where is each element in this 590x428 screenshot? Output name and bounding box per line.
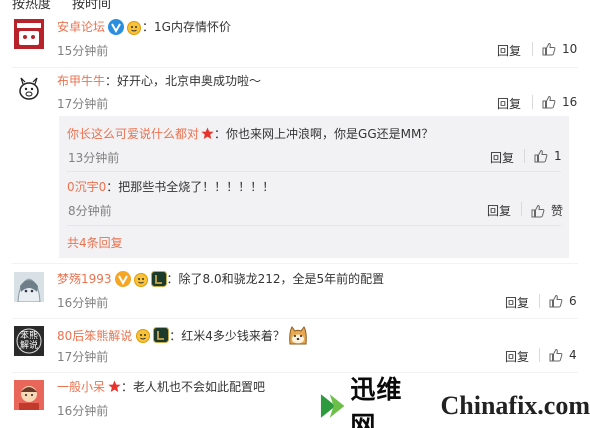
sub-reply-text-row: 你长这么可爱说什么都对 ：你也来网上冲浪啊，你是GG还是MM？ xyxy=(67,125,433,142)
like-count: 6 xyxy=(569,294,577,308)
reply-button[interactable]: 回复 xyxy=(497,42,521,59)
comment-text: ：红米4多少钱来着？ xyxy=(169,328,285,343)
comment-text-row: 一般小呆 ：老人机也不会如此配置吧 xyxy=(57,378,265,395)
member-crown-icon xyxy=(127,20,142,35)
sort-bar: 按热度 按时间 xyxy=(0,0,590,14)
avatar[interactable] xyxy=(14,272,44,302)
chinafix-logo-icon xyxy=(320,394,345,418)
comment-text-row: 布甲牛牛 ：好开心，北京申奥成功啦～ xyxy=(57,72,261,89)
avatar[interactable] xyxy=(14,380,44,410)
comment-time: 16分钟前 xyxy=(57,404,109,418)
comment-divider xyxy=(12,372,578,373)
avatar[interactable] xyxy=(14,74,44,104)
reply-button[interactable]: 回复 xyxy=(497,95,521,112)
reply-button[interactable]: 回复 xyxy=(505,348,529,365)
watermark: 迅维网 Chinafix.com xyxy=(313,375,590,428)
thumbs-up-icon xyxy=(531,204,545,217)
divider xyxy=(521,202,522,216)
sub-reply-username[interactable]: 你长这么可爱说什么都对 xyxy=(67,125,199,142)
divider xyxy=(532,95,533,109)
more-replies-link[interactable]: 共4条回复 xyxy=(67,234,123,251)
thumbs-up-icon xyxy=(542,42,556,56)
member-crown-icon xyxy=(133,272,148,287)
thumbs-up-icon xyxy=(534,149,548,163)
avatar[interactable] xyxy=(14,19,44,49)
watermark-cn-text: 迅维网 xyxy=(350,375,403,428)
comment-text: ：好开心，北京申奥成功啦～ xyxy=(105,74,262,88)
reply-button[interactable]: 回复 xyxy=(487,202,511,219)
comment-username[interactable]: 梦殇1993 xyxy=(57,270,112,287)
divider xyxy=(539,294,540,308)
game-badge-icon xyxy=(150,270,167,287)
verified-badge-icon xyxy=(114,270,131,287)
like-button[interactable]: 1 xyxy=(534,149,562,163)
sub-reply-text: ：把那些书全烧了！！！！！！ xyxy=(106,180,275,194)
comment-text: ：1G内存情怀价 xyxy=(142,20,231,34)
comment-time: 17分钟前 xyxy=(57,97,109,111)
comment-divider xyxy=(12,318,578,319)
like-count: 4 xyxy=(569,348,577,362)
watermark-en-text: Chinafix.com xyxy=(440,391,590,420)
sub-reply-divider xyxy=(67,171,561,172)
comment-username[interactable]: 一般小呆 xyxy=(57,378,105,395)
comment-divider xyxy=(12,263,578,264)
comment-text-row: 梦殇1993 ：除了8.0和骁龙212，全是5年前的配置 xyxy=(57,270,384,287)
star-icon xyxy=(201,127,214,139)
sub-reply-text-row: 0沉宇0 ：把那些书全烧了！！！！！！ xyxy=(67,178,274,195)
comment-text: ：老人机也不会如此配置吧 xyxy=(121,380,266,394)
like-button[interactable]: 4 xyxy=(549,348,577,362)
comment-divider xyxy=(12,67,578,68)
avatar[interactable]: 笨熊解说 xyxy=(14,326,44,356)
comment-username[interactable]: 布甲牛牛 xyxy=(57,72,105,89)
like-count: 16 xyxy=(562,95,578,109)
like-button[interactable]: 10 xyxy=(542,42,577,56)
comment-text-row: 安卓论坛 ：1G内存情怀价 xyxy=(57,18,231,35)
comment-text-row: 80后笨熊解说 ：红米4多少钱来着？ xyxy=(57,324,309,346)
reply-button[interactable]: 回复 xyxy=(490,149,514,166)
like-count: 1 xyxy=(554,149,562,163)
sub-reply-time: 13分钟前 xyxy=(68,151,120,165)
like-button[interactable]: 6 xyxy=(549,294,577,308)
sub-reply-divider xyxy=(67,225,561,226)
divider xyxy=(524,149,525,163)
like-button[interactable]: 赞 xyxy=(531,202,563,219)
comment-username[interactable]: 安卓论坛 xyxy=(57,18,105,35)
comment-text: ：除了8.0和骁龙212，全是5年前的配置 xyxy=(166,272,385,286)
thumbs-up-icon xyxy=(549,348,563,362)
sub-reply-time: 8分钟前 xyxy=(68,204,112,218)
thumbs-up-icon xyxy=(549,294,563,308)
comment-time: 15分钟前 xyxy=(57,44,109,58)
sub-replies-panel: 你长这么可爱说什么都对 ：你也来网上冲浪啊，你是GG还是MM？ 13分钟前 回复… xyxy=(59,116,569,258)
sort-by-time-tab[interactable]: 按时间 xyxy=(72,0,111,12)
like-button[interactable]: 16 xyxy=(542,95,577,109)
divider xyxy=(532,42,533,56)
divider xyxy=(539,348,540,362)
sub-reply-text: ：你也来网上冲浪啊，你是GG还是MM？ xyxy=(214,127,434,141)
comment-time: 17分钟前 xyxy=(57,350,109,364)
like-label: 赞 xyxy=(551,204,564,218)
avatar-text: 笨熊解说 xyxy=(19,331,38,351)
shiba-dog-emoji-icon xyxy=(289,326,307,345)
verified-badge-icon xyxy=(108,18,125,35)
member-crown-icon xyxy=(136,329,151,343)
comment-username[interactable]: 80后笨熊解说 xyxy=(57,327,132,344)
comment-time: 16分钟前 xyxy=(57,296,109,310)
sub-reply-username[interactable]: 0沉宇0 xyxy=(67,178,106,195)
like-count: 10 xyxy=(562,42,578,56)
game-badge-icon xyxy=(153,327,170,343)
star-icon xyxy=(108,380,121,392)
sort-by-hot-tab[interactable]: 按热度 xyxy=(12,0,51,12)
thumbs-up-icon xyxy=(542,95,556,109)
reply-button[interactable]: 回复 xyxy=(505,294,529,311)
